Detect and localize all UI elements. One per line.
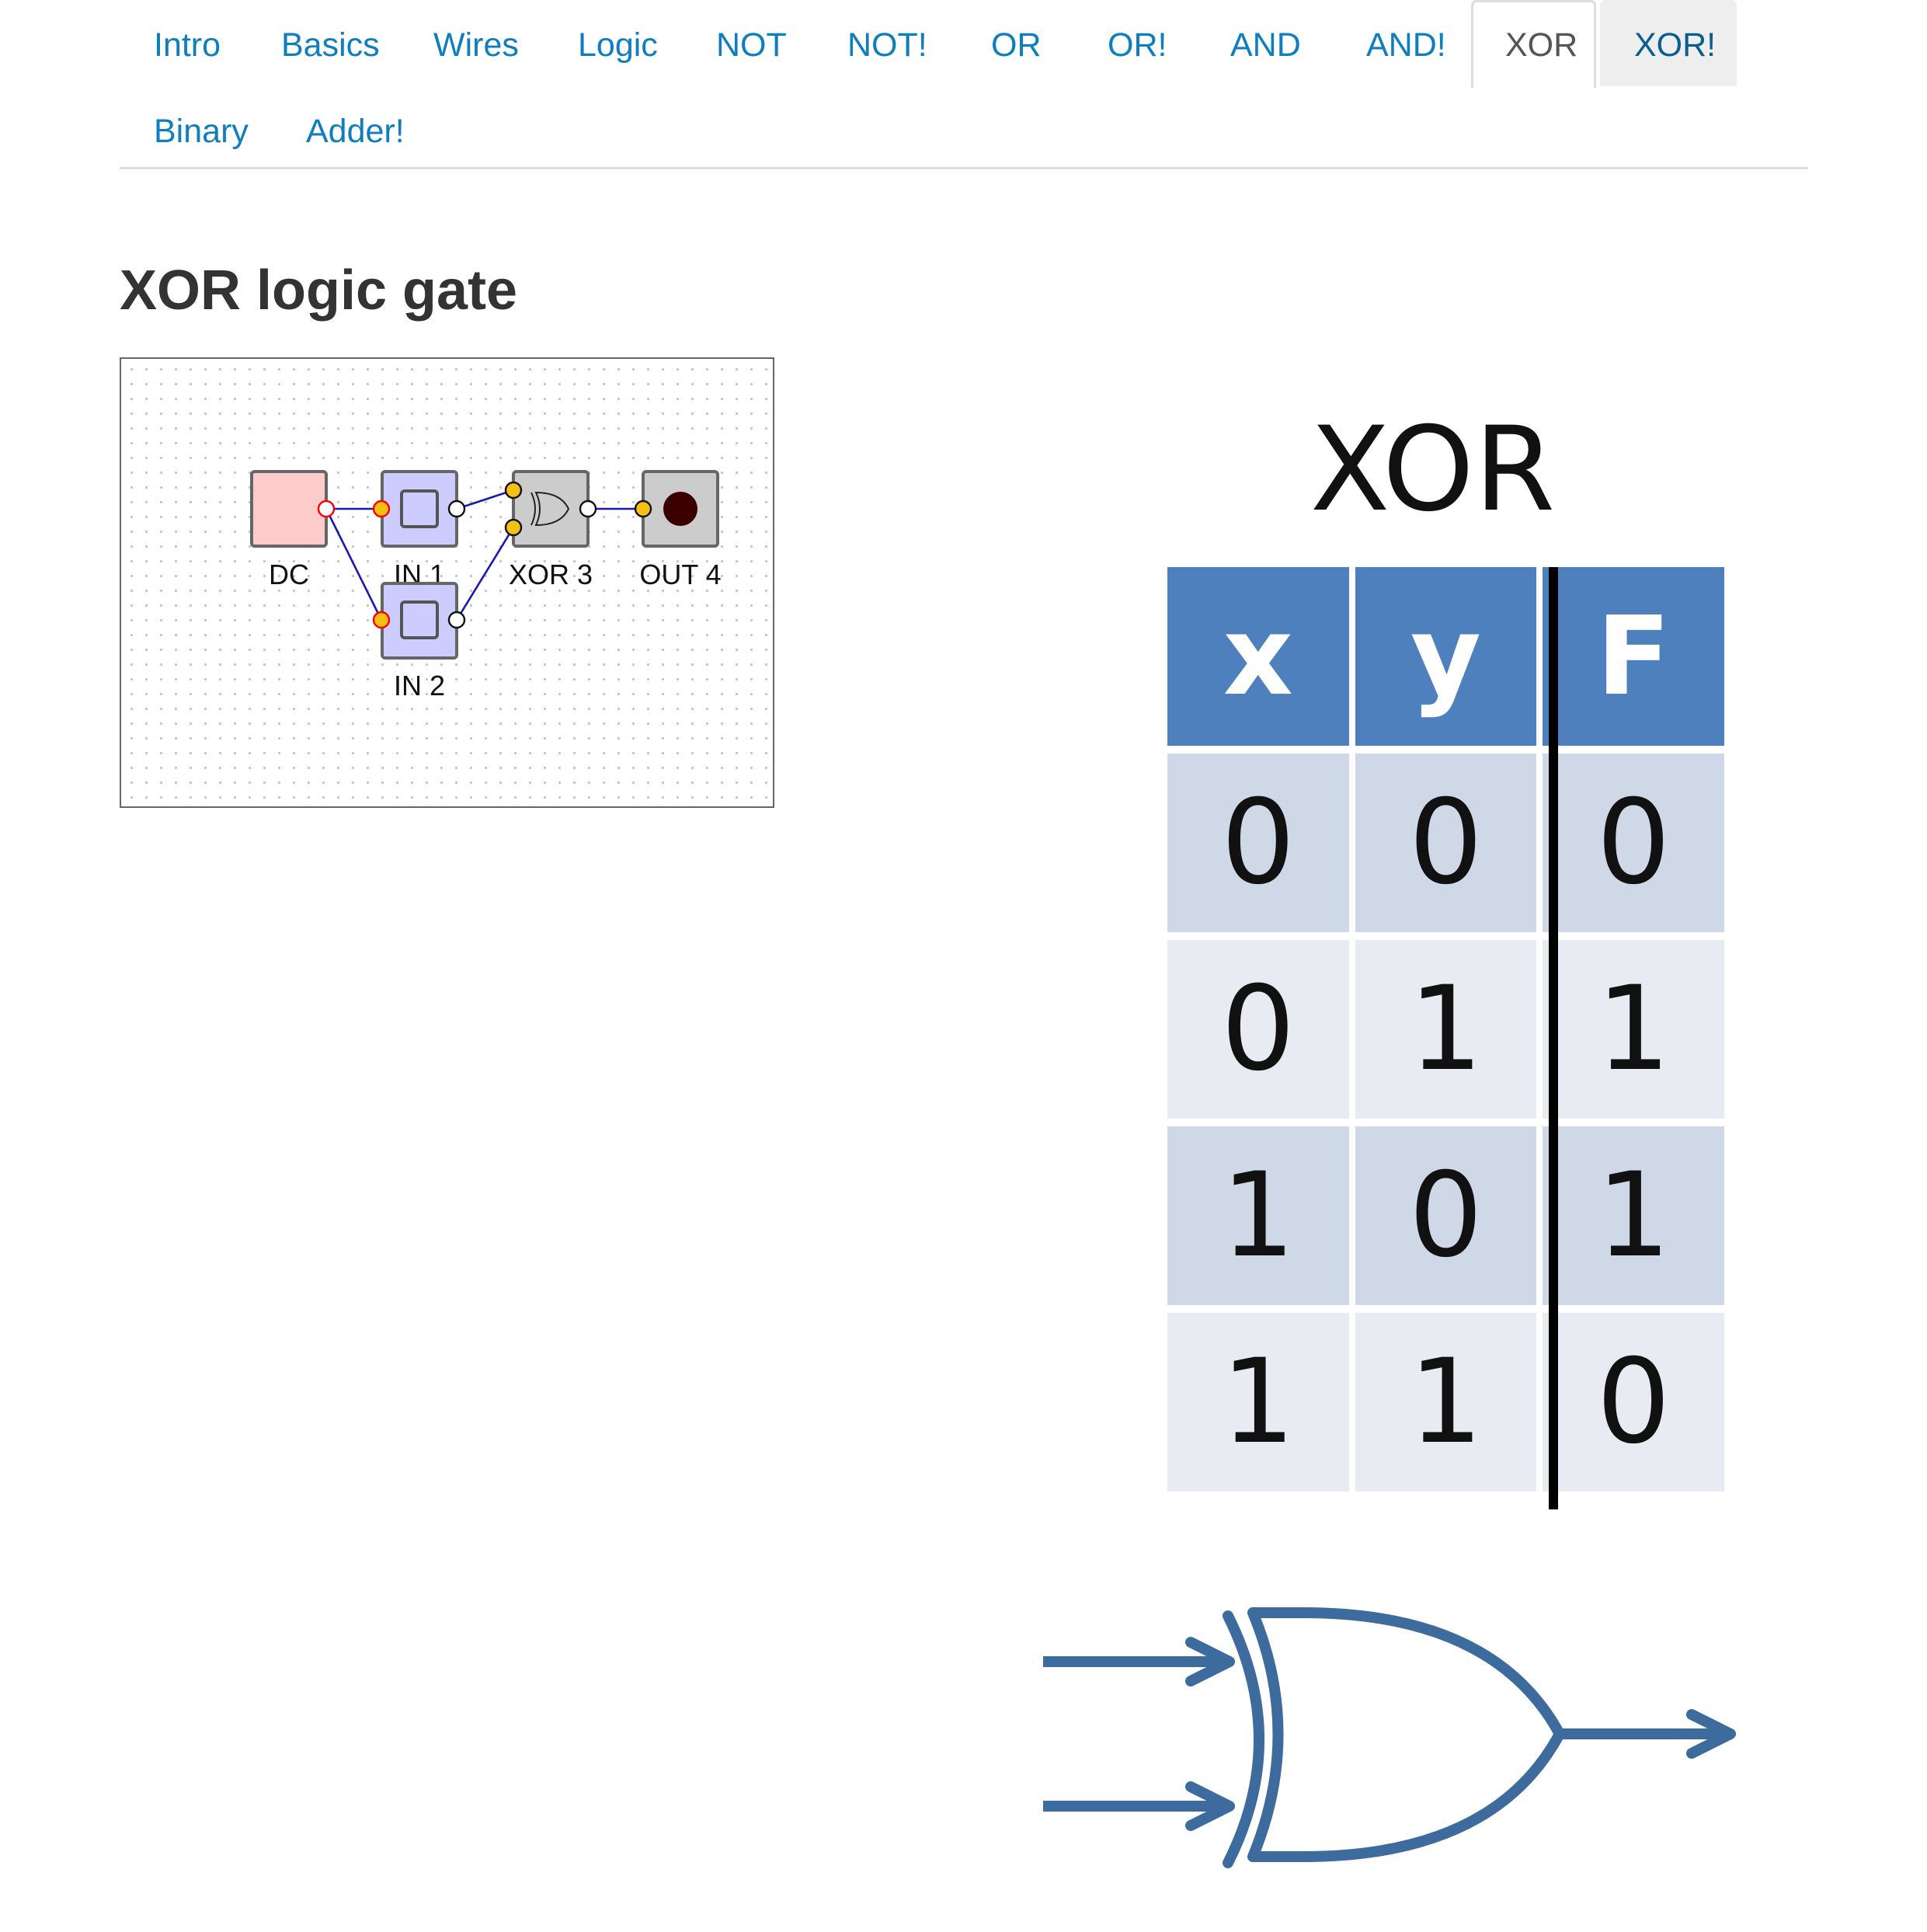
port-dc-out[interactable] [317, 500, 336, 518]
xor-label: XOR 3 [509, 559, 593, 590]
cell-y: 1 [1355, 1313, 1537, 1492]
cell-f: 1 [1543, 1126, 1724, 1305]
cell-y: 1 [1355, 940, 1537, 1119]
lesson-tabs: Intro Basics Wires Logic NOT NOT! OR OR!… [120, 0, 1808, 169]
wire-in1-xor[interactable] [456, 489, 514, 510]
xor-reference-image: XOR x y F 0 0 0 0 1 1 1 0 1 1 1 0 [1043, 350, 1822, 1932]
output-column-divider [1549, 567, 1558, 1509]
port-in2-out[interactable] [447, 611, 466, 629]
cell-x: 1 [1167, 1313, 1349, 1492]
in2-label: IN 2 [394, 670, 445, 701]
cell-f: 1 [1543, 940, 1724, 1119]
page-title: XOR logic gate [120, 259, 518, 322]
table-row: 0 1 1 [1167, 940, 1724, 1119]
out-label: OUT 4 [639, 559, 721, 590]
input-switch-2[interactable]: IN 2 [381, 582, 458, 701]
cell-f: 0 [1543, 754, 1724, 932]
switch-button-icon[interactable] [400, 600, 439, 639]
wire-in2-xor[interactable] [455, 527, 515, 621]
table-row: 0 0 0 [1167, 754, 1724, 932]
header-y: y [1355, 567, 1537, 746]
tab-logic[interactable]: Logic [544, 0, 692, 86]
table-row: 1 1 0 [1167, 1313, 1724, 1492]
tab-wires[interactable]: Wires [399, 0, 553, 86]
cell-x: 0 [1167, 940, 1349, 1119]
tab-not[interactable]: NOT [682, 0, 821, 86]
circuit-drawing: DC IN 1 IN 2 XOR 3 OUT 4 [250, 470, 722, 701]
tab-not-exercise[interactable]: NOT! [813, 0, 962, 86]
port-in2-in[interactable] [372, 611, 391, 629]
tab-xor[interactable]: XOR [1471, 0, 1596, 88]
tab-basics[interactable]: Basics [247, 0, 414, 86]
header-x: x [1167, 567, 1349, 746]
cell-y: 0 [1355, 1126, 1537, 1305]
switch-button-icon[interactable] [400, 489, 439, 528]
tab-xor-exercise[interactable]: XOR! [1600, 0, 1737, 86]
tab-binary[interactable]: Binary [120, 86, 283, 172]
cell-x: 0 [1167, 754, 1349, 932]
port-out-in[interactable] [634, 500, 652, 518]
ports [317, 481, 652, 629]
truth-table-header-row: x y F [1167, 567, 1724, 746]
port-xor-in-a[interactable] [504, 481, 523, 500]
tab-and-exercise[interactable]: AND! [1332, 0, 1480, 86]
port-in1-in[interactable] [372, 500, 391, 518]
port-in1-out[interactable] [447, 500, 466, 518]
tab-adder-exercise[interactable]: Adder! [272, 86, 439, 172]
wire-dc-in2[interactable] [325, 508, 383, 621]
tab-and[interactable]: AND [1196, 0, 1335, 86]
circuit-simulator-canvas[interactable]: DC IN 1 IN 2 XOR 3 OUT 4 [120, 357, 774, 808]
dc-source[interactable]: DC [250, 470, 328, 590]
dc-label: DC [269, 559, 309, 590]
cell-y: 0 [1355, 754, 1537, 932]
tab-or-exercise[interactable]: OR! [1073, 0, 1201, 86]
port-xor-out[interactable] [579, 500, 597, 518]
cell-x: 1 [1167, 1126, 1349, 1305]
port-xor-in-b[interactable] [504, 518, 523, 537]
tab-or[interactable]: OR [957, 0, 1076, 86]
xor-gate-symbol-icon [1043, 1607, 1736, 1868]
header-f: F [1543, 567, 1724, 746]
cell-f: 0 [1543, 1313, 1724, 1492]
input-switch-1[interactable]: IN 1 [381, 470, 458, 590]
tab-intro[interactable]: Intro [120, 0, 255, 86]
led-indicator-icon [663, 492, 697, 526]
output-led-node[interactable]: OUT 4 [639, 470, 722, 590]
truth-table-title: XOR [1310, 402, 1556, 538]
xor-truth-table: x y F 0 0 0 0 1 1 1 0 1 1 1 0 [1161, 559, 1730, 1499]
table-row: 1 0 1 [1167, 1126, 1724, 1305]
